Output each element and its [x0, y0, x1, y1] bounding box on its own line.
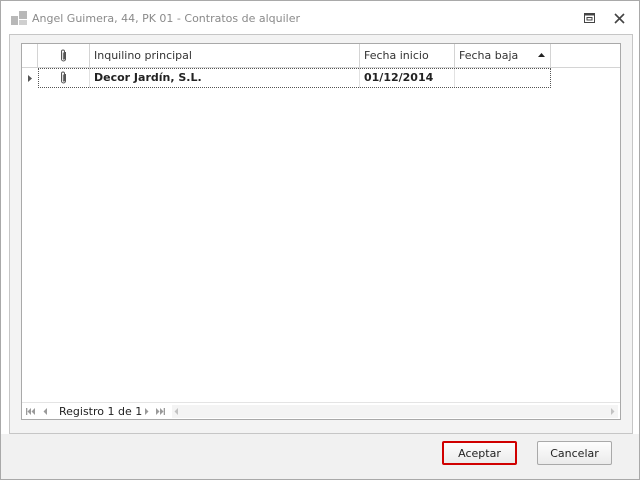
- column-header-fecha-baja-label: Fecha baja: [459, 49, 519, 62]
- record-navigator: Registro 1 de 1: [22, 402, 620, 419]
- grid-header: Inquilino principal Fecha inicio Fecha b…: [22, 44, 620, 68]
- scroll-right-icon: [611, 408, 615, 415]
- next-record-icon: [144, 408, 148, 415]
- cell-fecha-baja[interactable]: [455, 68, 551, 88]
- paperclip-icon: [60, 71, 66, 84]
- last-record-icon: [155, 408, 165, 415]
- paperclip-icon: [60, 49, 66, 61]
- content-panel: Inquilino principal Fecha inicio Fecha b…: [9, 34, 633, 434]
- nav-first-button[interactable]: [24, 405, 36, 418]
- restore-icon: [583, 13, 595, 23]
- cancel-button[interactable]: Cancelar: [537, 441, 612, 465]
- current-row-arrow-icon: [28, 74, 32, 82]
- nav-next-button[interactable]: [140, 405, 152, 418]
- row-indicator: [22, 68, 38, 88]
- column-header-inquilino[interactable]: Inquilino principal: [90, 44, 360, 67]
- close-icon: [613, 12, 625, 24]
- nav-previous-button[interactable]: [39, 405, 51, 418]
- column-header-empty: [551, 44, 620, 67]
- previous-record-icon: [43, 408, 47, 415]
- nav-last-button[interactable]: [154, 405, 166, 418]
- table-row[interactable]: Decor Jardín, S.L. 01/12/2014: [22, 68, 620, 88]
- app-icon: [11, 11, 27, 25]
- attachment-cell[interactable]: [38, 68, 90, 88]
- cell-inquilino[interactable]: Decor Jardín, S.L.: [90, 68, 360, 88]
- first-record-icon: [25, 408, 35, 415]
- accept-button[interactable]: Aceptar: [442, 441, 517, 465]
- horizontal-scrollbar[interactable]: [172, 405, 618, 418]
- title-bar[interactable]: Angel Guimera, 44, PK 01 - Contratos de …: [1, 1, 639, 35]
- dialog-window: Angel Guimera, 44, PK 01 - Contratos de …: [0, 0, 640, 480]
- row-indicator-header: [22, 44, 38, 67]
- column-header-fecha-baja[interactable]: Fecha baja: [455, 44, 551, 67]
- dialog-footer: Aceptar Cancelar: [1, 434, 639, 479]
- record-count: Registro 1 de 1: [59, 405, 143, 418]
- sort-ascending-icon: [538, 53, 545, 57]
- close-button[interactable]: [611, 10, 627, 26]
- contracts-grid[interactable]: Inquilino principal Fecha inicio Fecha b…: [21, 43, 621, 420]
- scroll-left-icon: [174, 408, 178, 415]
- window-title: Angel Guimera, 44, PK 01 - Contratos de …: [32, 12, 301, 25]
- restore-button[interactable]: [581, 10, 597, 26]
- column-header-fecha-inicio[interactable]: Fecha inicio: [360, 44, 455, 67]
- cell-fecha-inicio[interactable]: 01/12/2014: [360, 68, 455, 88]
- column-header-attachment[interactable]: [38, 44, 90, 67]
